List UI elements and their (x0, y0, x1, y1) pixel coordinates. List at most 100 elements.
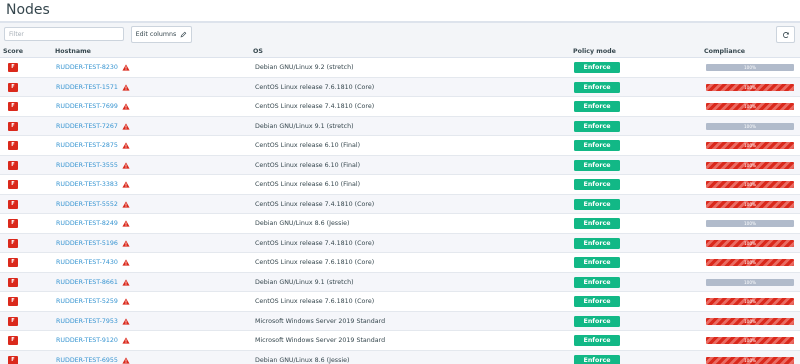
hostname-link[interactable]: RUDDER-TEST-7267 (56, 117, 118, 137)
compliance-bar[interactable]: 100% (706, 161, 794, 169)
score-badge: F (8, 277, 18, 287)
compliance-bar[interactable]: 100% (706, 122, 794, 130)
table-row: F RUDDER-TEST-3383 CentOS Linux release 6.… (0, 175, 800, 195)
table-row: F RUDDER-TEST-7953 Microsoft Windows Serve… (0, 311, 800, 332)
compliance-bar[interactable]: 100% (706, 356, 794, 364)
hostname-link[interactable]: RUDDER-TEST-8661 (56, 273, 118, 293)
column-header-compliance[interactable]: Compliance (704, 45, 745, 58)
compliance-bar[interactable]: 100% (706, 317, 794, 325)
policy-mode-badge[interactable]: Enforce (574, 101, 620, 112)
policy-mode-badge[interactable]: Enforce (574, 237, 620, 249)
compliance-bar[interactable]: 100% (706, 103, 794, 110)
warning-icon (122, 298, 130, 305)
os-cell: Debian GNU/Linux 8.6 (Jessie) (255, 356, 350, 364)
os-cell: CentOS Linux release 7.6.1810 (Core) (255, 83, 375, 91)
hostname-link[interactable]: RUDDER-TEST-5196 (56, 234, 118, 254)
os-cell: Microsoft Windows Server 2019 Standard (255, 317, 386, 325)
table-row: F RUDDER-TEST-5552 CentOS Linux release 7.… (0, 194, 800, 215)
table-row: F RUDDER-TEST-9120 Microsoft Windows Serve… (0, 331, 800, 351)
os-cell: CentOS Linux release 7.6.1810 (Core) (255, 259, 375, 266)
policy-mode-badge[interactable]: Enforce (574, 140, 620, 151)
table-row: F RUDDER-TEST-5259 CentOS Linux release 7.… (0, 292, 800, 312)
policy-mode-badge[interactable]: Enforce (574, 296, 620, 307)
warning-icon (122, 83, 130, 91)
policy-mode-badge[interactable]: Enforce (574, 81, 620, 93)
score-badge: F (8, 219, 18, 228)
table-row: F RUDDER-TEST-5196 CentOS Linux release 7.… (0, 233, 800, 254)
policy-mode-badge[interactable]: Enforce (574, 62, 620, 73)
hostname-link[interactable]: RUDDER-TEST-7953 (56, 312, 118, 332)
compliance-bar[interactable]: 100% (706, 181, 794, 188)
hostname-link[interactable]: RUDDER-TEST-1571 (56, 78, 118, 98)
score-badge: F (8, 199, 18, 209)
column-header-hostname[interactable]: Hostname (55, 45, 91, 58)
warning-icon (122, 122, 130, 130)
policy-mode-badge[interactable]: Enforce (574, 354, 620, 364)
hostname-link[interactable]: RUDDER-TEST-9120 (56, 331, 118, 351)
table-body: F RUDDER-TEST-8230 Debian GNU/Linux 9.2 (s… (0, 58, 800, 364)
edit-columns-label: Edit columns (135, 31, 177, 38)
policy-mode-badge[interactable]: Enforce (574, 315, 620, 327)
compliance-bar[interactable]: 100% (706, 337, 794, 344)
hostname-link[interactable]: RUDDER-TEST-5552 (56, 195, 118, 215)
compliance-bar[interactable]: 100% (706, 83, 794, 91)
column-header-score[interactable]: Score (3, 45, 23, 58)
table-row: F RUDDER-TEST-6955 Debian GNU/Linux 8.6 (J… (0, 350, 800, 364)
warning-icon (122, 181, 130, 188)
hostname-link[interactable]: RUDDER-TEST-7430 (56, 253, 118, 273)
compliance-bar[interactable]: 100% (706, 200, 794, 208)
hostname-link[interactable]: RUDDER-TEST-8230 (56, 58, 118, 78)
table-row: F RUDDER-TEST-1571 CentOS Linux release 7.… (0, 77, 800, 98)
score-badge: F (8, 160, 18, 170)
hostname-link[interactable]: RUDDER-TEST-6955 (56, 351, 118, 364)
table-row: F RUDDER-TEST-7430 CentOS Linux release 7.… (0, 253, 800, 273)
score-badge: F (8, 141, 18, 150)
hostname-link[interactable]: RUDDER-TEST-3383 (56, 175, 118, 195)
warning-icon (122, 356, 130, 364)
score-badge: F (8, 63, 18, 72)
os-cell: CentOS Linux release 7.4.1810 (Core) (255, 103, 375, 110)
column-header-policy-mode[interactable]: Policy mode (573, 45, 616, 58)
warning-icon (122, 64, 130, 71)
os-cell: Microsoft Windows Server 2019 Standard (255, 337, 386, 344)
refresh-icon (782, 31, 789, 38)
score-badge: F (8, 82, 18, 92)
policy-mode-badge[interactable]: Enforce (574, 120, 620, 132)
column-header-os[interactable]: OS (253, 45, 263, 58)
compliance-bar[interactable]: 100% (706, 278, 794, 286)
score-badge: F (8, 258, 18, 267)
policy-mode-badge[interactable]: Enforce (574, 198, 620, 210)
score-badge: F (8, 180, 18, 189)
warning-icon (122, 239, 130, 247)
hostname-link[interactable]: RUDDER-TEST-5259 (56, 292, 118, 312)
hostname-link[interactable]: RUDDER-TEST-8249 (56, 214, 118, 234)
hostname-link[interactable]: RUDDER-TEST-3555 (56, 156, 118, 176)
score-badge: F (8, 355, 18, 364)
score-badge: F (8, 121, 18, 131)
compliance-bar[interactable]: 100% (706, 298, 794, 305)
compliance-bar[interactable]: 100% (706, 220, 794, 227)
compliance-bar[interactable]: 100% (706, 259, 794, 266)
compliance-bar[interactable]: 100% (706, 64, 794, 71)
refresh-button[interactable] (776, 26, 795, 43)
os-cell: CentOS Linux release 6.10 (Final) (255, 181, 361, 188)
os-cell: Debian GNU/Linux 9.2 (stretch) (255, 64, 354, 71)
policy-mode-badge[interactable]: Enforce (574, 276, 620, 288)
hostname-link[interactable]: RUDDER-TEST-2875 (56, 136, 118, 156)
hostname-link[interactable]: RUDDER-TEST-7699 (56, 97, 118, 117)
filter-input[interactable] (4, 27, 124, 41)
compliance-bar[interactable]: 100% (706, 239, 794, 247)
edit-columns-button[interactable]: Edit columns (131, 26, 192, 43)
compliance-bar[interactable]: 100% (706, 142, 794, 149)
table-row: F RUDDER-TEST-3555 CentOS Linux release 6.… (0, 155, 800, 176)
os-cell: CentOS Linux release 6.10 (Final) (255, 161, 361, 169)
policy-mode-badge[interactable]: Enforce (574, 218, 620, 229)
policy-mode-badge[interactable]: Enforce (574, 179, 620, 190)
os-cell: CentOS Linux release 7.4.1810 (Core) (255, 200, 375, 208)
policy-mode-badge[interactable]: Enforce (574, 159, 620, 171)
os-cell: Debian GNU/Linux 9.1 (stretch) (255, 122, 354, 130)
os-cell: CentOS Linux release 7.4.1810 (Core) (255, 239, 375, 247)
policy-mode-badge[interactable]: Enforce (574, 335, 620, 346)
policy-mode-badge[interactable]: Enforce (574, 257, 620, 268)
warning-icon (122, 161, 130, 169)
